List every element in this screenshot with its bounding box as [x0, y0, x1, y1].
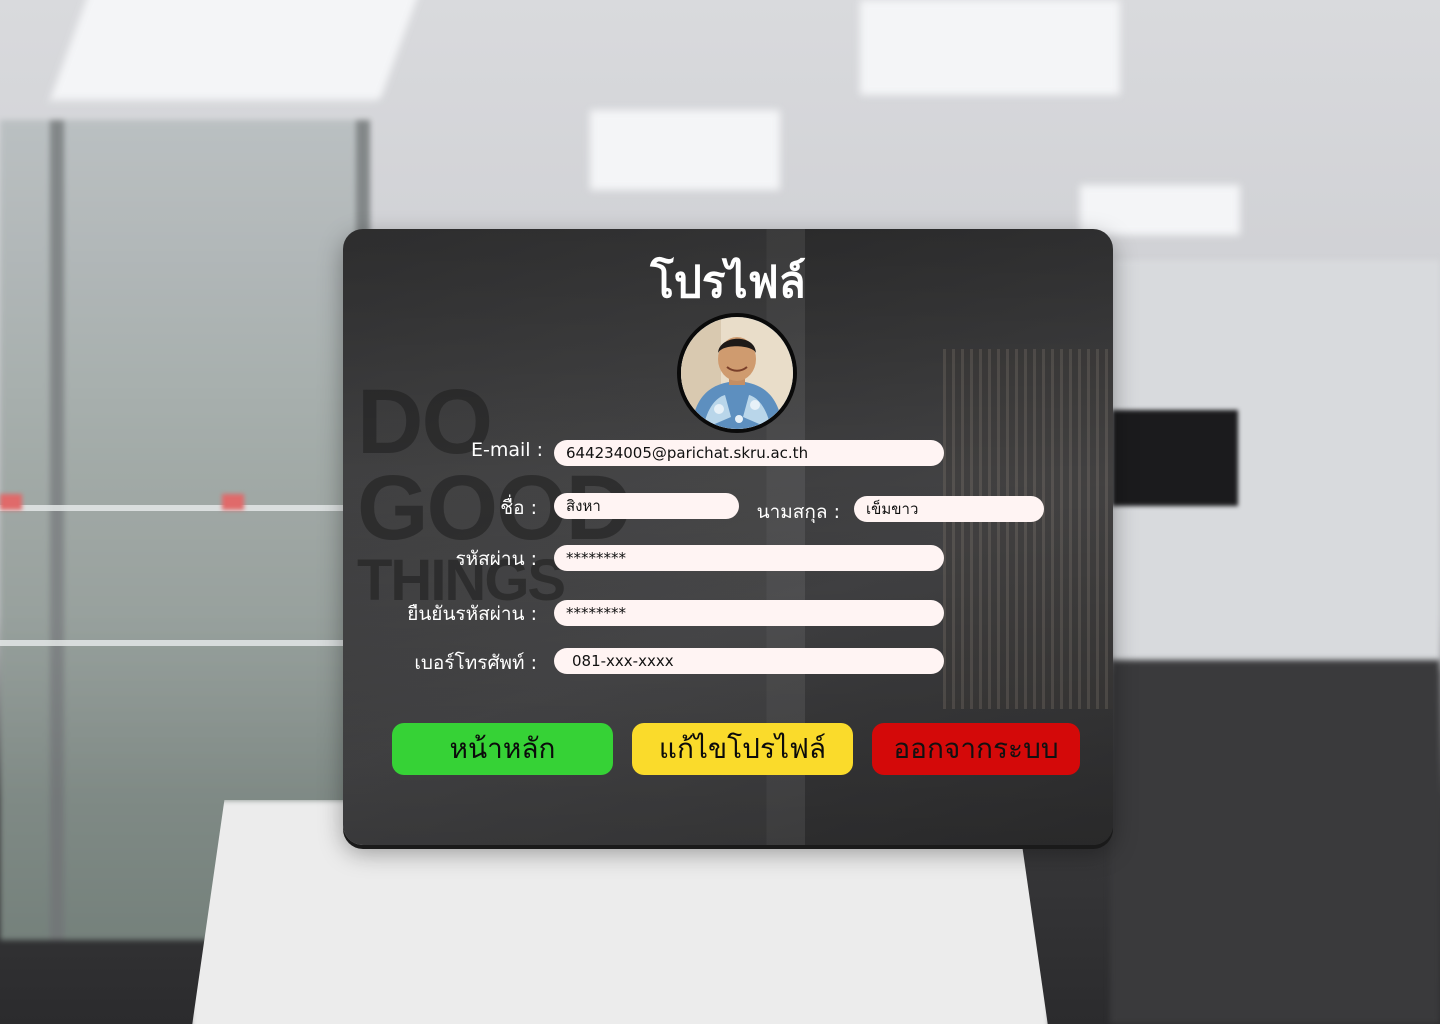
phone-field[interactable] — [554, 648, 944, 674]
page-title: โปรไฟล์ — [650, 257, 806, 308]
password-label: รหัสผ่าน : — [455, 548, 537, 570]
ceiling-light — [49, 0, 421, 100]
phone-label: เบอร์โทรศัพท์ : — [414, 652, 537, 674]
home-button[interactable]: หน้าหลัก — [392, 723, 613, 775]
window-blinds — [943, 349, 1113, 709]
wall-tv — [1112, 410, 1238, 506]
first-name-label: ชื่อ : — [500, 497, 537, 519]
profile-card: DO GOOD THINGS โปรไฟล์ E-mail : ชื่อ : น… — [343, 229, 1113, 845]
confirm-password-field[interactable] — [554, 600, 944, 626]
email-field[interactable] — [554, 440, 944, 466]
user-avatar-icon — [681, 317, 793, 429]
glass-stripe — [0, 505, 370, 511]
logout-button[interactable]: ออกจากระบบ — [872, 723, 1080, 775]
floor — [1110, 660, 1440, 1024]
last-name-label: นามสกุล : — [756, 501, 840, 523]
email-label: E-mail : — [470, 439, 543, 461]
confirm-password-label: ยืนยันรหัสผ่าน : — [407, 603, 537, 625]
password-field[interactable] — [554, 545, 944, 571]
red-marker — [222, 494, 244, 510]
avatar[interactable] — [677, 313, 797, 433]
ceiling-light — [1080, 185, 1240, 235]
red-marker — [0, 494, 22, 510]
last-name-field[interactable] — [854, 496, 1044, 522]
edit-profile-button[interactable]: แก้ไขโปรไฟล์ — [632, 723, 853, 775]
glass-stripe — [0, 640, 370, 646]
first-name-field[interactable] — [554, 493, 739, 519]
ceiling-light — [860, 0, 1120, 95]
ceiling-light — [590, 110, 780, 190]
